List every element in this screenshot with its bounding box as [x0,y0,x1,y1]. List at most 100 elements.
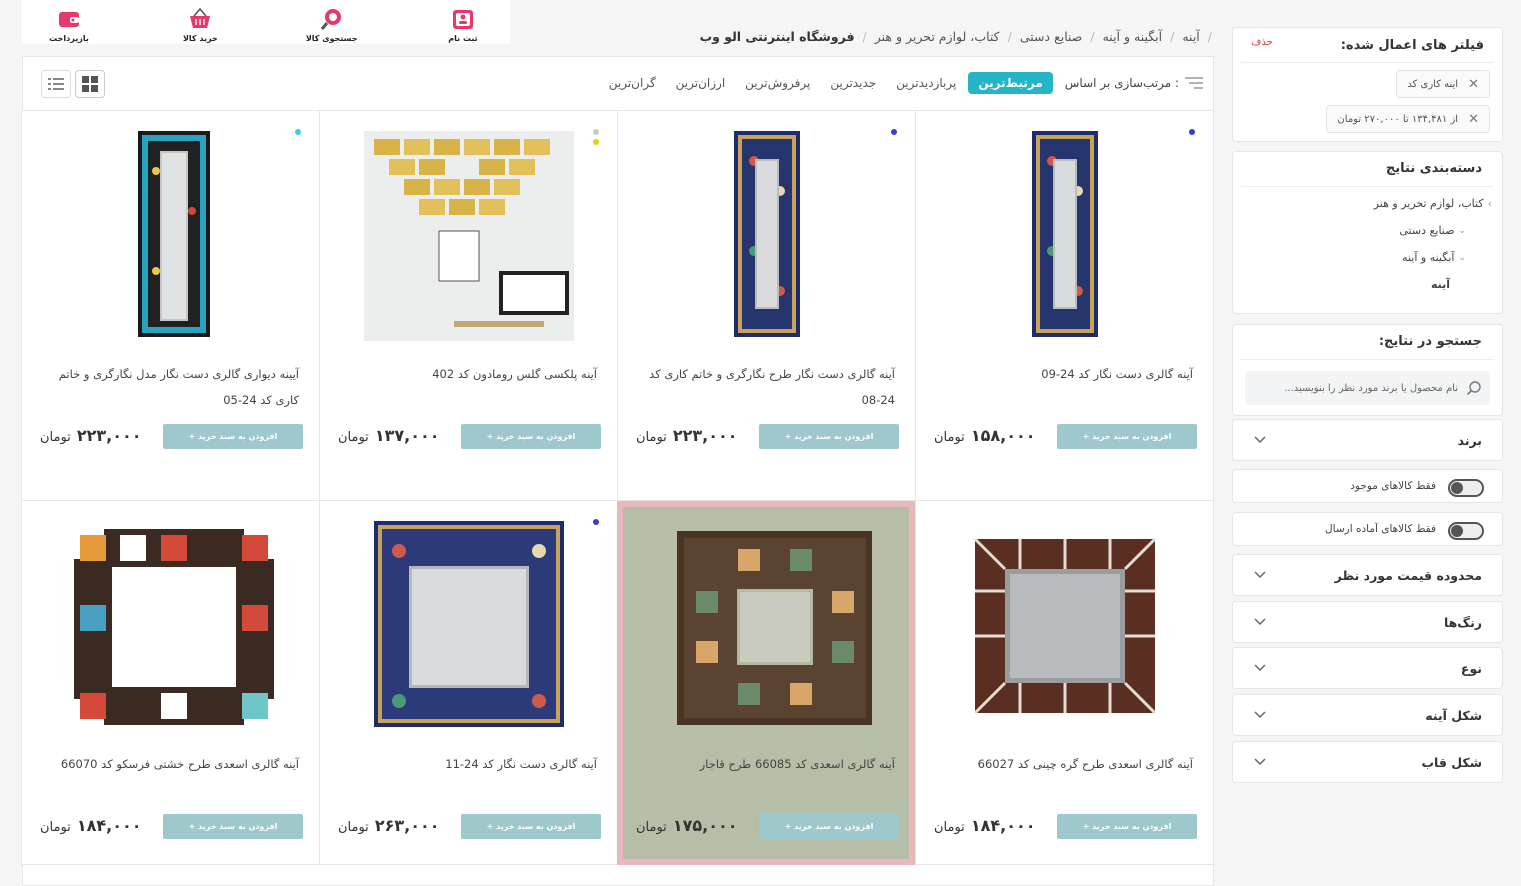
category-item-active[interactable]: آینه [1431,278,1450,291]
sort-title: مرتب‌سازی بر اساس : [1065,76,1203,90]
product-price: ۱۸۴,۰۰۰ تومان [934,816,1035,835]
add-to-cart-button[interactable]: افزودن به سبد خرید + [1057,814,1197,839]
product-card[interactable]: آینه گالری دست نگار کد 24-11 افزودن به سب… [319,501,617,865]
accordion-title: شکل قاب [1421,755,1482,770]
color-swatch[interactable] [295,129,301,135]
add-to-cart-button[interactable]: افزودن به سبد خرید + [461,814,601,839]
color-swatch[interactable] [593,129,599,135]
product-title[interactable]: آینه گالری دست نگار کد 24-11 [340,751,597,777]
mirror-shape-accordion[interactable]: شکل آینه [1232,694,1503,736]
product-card[interactable]: آینه گالری اسعدی کد 66085 طرح قاجار افزود… [617,501,915,865]
add-to-cart-button[interactable]: افزودن به سبد خرید + [759,424,899,449]
category-item[interactable]: ⌄ صنایع دستی [1399,224,1466,237]
category-item[interactable]: › کتاب، لوازم تحریر و هنر [1374,197,1492,210]
currency-label: تومان [636,430,667,445]
nav-search[interactable]: جستجوی کالا [297,2,367,43]
product-card[interactable]: آیینه دیواری گالری دست نگار مدل نگارگری … [21,111,319,501]
grid-view-button[interactable] [75,70,105,98]
product-title[interactable]: آینه پلکسی گلس رومادون کد 402 [340,361,597,387]
product-price: ۲۲۳,۰۰۰ تومان [40,426,141,445]
nav-buy[interactable]: خرید کالا [165,2,235,43]
basket-icon [190,7,211,28]
price-range-accordion[interactable]: محدوده قیمت مورد نظر [1232,554,1503,596]
sort-cheapest[interactable]: ارزان‌ترین [676,76,726,90]
chevron-down-icon [1254,436,1266,444]
product-card[interactable]: آینه گالری دست نگار طرح نگارگری و خاتم ک… [617,111,915,501]
product-card[interactable]: آینه گالری اسعدی طرح خشتی فرسکو کد 66070… [21,501,319,865]
breadcrumb-separator: / [1090,28,1095,44]
product-title[interactable]: آینه گالری اسعدی کد 66085 طرح قاجار [638,751,895,777]
nav-register[interactable]: ثبت نام [428,2,498,43]
sort-most-viewed[interactable]: پربازدیدترین [896,76,956,90]
color-swatch[interactable] [593,519,599,525]
breadcrumb-item[interactable]: آینه [1182,29,1199,44]
divider [1241,62,1494,63]
product-price: ۲۶۳,۰۰۰ تومان [338,816,439,835]
frame-shape-accordion[interactable]: شکل قاب [1232,741,1503,783]
close-icon[interactable]: ✕ [1468,77,1479,92]
remove-filters-link[interactable]: حذف [1251,37,1273,48]
breadcrumb-item[interactable]: کتاب، لوازم تحریر و هنر [875,29,1000,44]
in-stock-toggle[interactable] [1448,479,1484,497]
product-image[interactable] [662,131,872,341]
filter-chip: اینه کاری کد ✕ [1396,70,1490,98]
price-value: ۲۲۳,۰۰۰ [76,426,142,445]
product-image[interactable] [364,131,574,341]
category-item-label: آبگینه و آینه [1402,251,1455,264]
list-view-button[interactable] [41,70,71,98]
product-image[interactable] [364,521,574,731]
chevron-down-icon [1254,711,1266,719]
breadcrumb-separator: / [862,28,867,44]
color-swatch[interactable] [1189,129,1195,135]
add-to-cart-button[interactable]: افزودن به سبد خرید + [759,814,899,839]
product-title[interactable]: آینه گالری اسعدی طرح خشتی فرسکو کد 66070 [42,751,299,777]
currency-label: تومان [934,820,965,835]
add-to-cart-button[interactable]: افزودن به سبد خرید + [163,424,303,449]
product-image[interactable] [960,521,1170,731]
category-item[interactable]: ⌄ آبگینه و آینه [1402,251,1466,264]
price-value: ۱۸۴,۰۰۰ [970,816,1036,835]
product-image[interactable] [662,521,872,731]
nav-payback[interactable]: بازپرداخت [34,2,104,43]
sort-best-selling[interactable]: پرفروش‌ترین [745,76,810,90]
ready-to-ship-toggle[interactable] [1448,522,1484,540]
product-title[interactable]: آینه گالری دست نگار کد 24-09 [936,361,1193,387]
breadcrumb-store[interactable]: فروشگاه اینترنتی الو وب [700,29,855,44]
product-title[interactable]: آینه گالری اسعدی طرح گره چینی کد 66027 [936,751,1193,777]
breadcrumb-item[interactable]: آبگینه و آینه [1103,29,1163,44]
breadcrumb-item[interactable]: صنایع دستی [1020,29,1083,44]
product-card[interactable]: آینه پلکسی گلس رومادون کد 402 افزودن به س… [319,111,617,501]
color-swatch[interactable] [891,129,897,135]
add-to-cart-button[interactable]: افزودن به سبد خرید + [163,814,303,839]
sort-most-expensive[interactable]: گران‌ترین [609,76,656,90]
product-title[interactable]: آینه گالری دست نگار طرح نگارگری و خاتم ک… [638,361,895,413]
product-card[interactable]: آینه گالری اسعدی طرح گره چینی کد 66027 اف… [915,501,1213,865]
chevron-down-icon [1254,571,1266,579]
product-title[interactable]: آیینه دیواری گالری دست نگار مدل نگارگری … [42,361,299,413]
category-box: دسته‌بندی نتایج › کتاب، لوازم تحریر و هن… [1232,151,1503,314]
sort-newest[interactable]: جدیدترین [830,76,876,90]
product-card[interactable]: آینه گالری دست نگار کد 24-09 افزودن به سب… [915,111,1213,501]
category-item-label: آینه [1430,278,1450,291]
category-item-label: صنایع دستی [1399,224,1455,237]
color-swatch[interactable] [593,139,599,145]
product-image[interactable] [66,131,276,341]
add-to-cart-button[interactable]: افزودن به سبد خرید + [461,424,601,449]
category-item-label: کتاب، لوازم تحریر و هنر [1373,197,1484,210]
search-input[interactable]: نام محصول یا برند مورد نظر را بنویسید... [1245,371,1490,405]
close-icon[interactable]: ✕ [1468,112,1479,127]
divider [1241,359,1494,360]
product-image[interactable] [66,521,276,731]
add-to-cart-button[interactable]: افزودن به سبد خرید + [1057,424,1197,449]
nav-search-label: جستجوی کالا [305,33,358,43]
colors-accordion[interactable]: رنگ‌ها [1232,601,1503,643]
brand-accordion[interactable]: برند [1232,419,1503,461]
product-price: ۱۸۴,۰۰۰ تومان [40,816,141,835]
wallet-icon [59,11,79,27]
sort-relevant[interactable]: مرتبط‌ترین [968,72,1053,94]
nav-register-label: ثبت نام [448,33,478,43]
type-accordion[interactable]: نوع [1232,647,1503,689]
product-image[interactable] [960,131,1170,341]
chevron-down-icon [1254,664,1266,672]
product-price: ۱۵۸,۰۰۰ تومان [934,426,1035,445]
